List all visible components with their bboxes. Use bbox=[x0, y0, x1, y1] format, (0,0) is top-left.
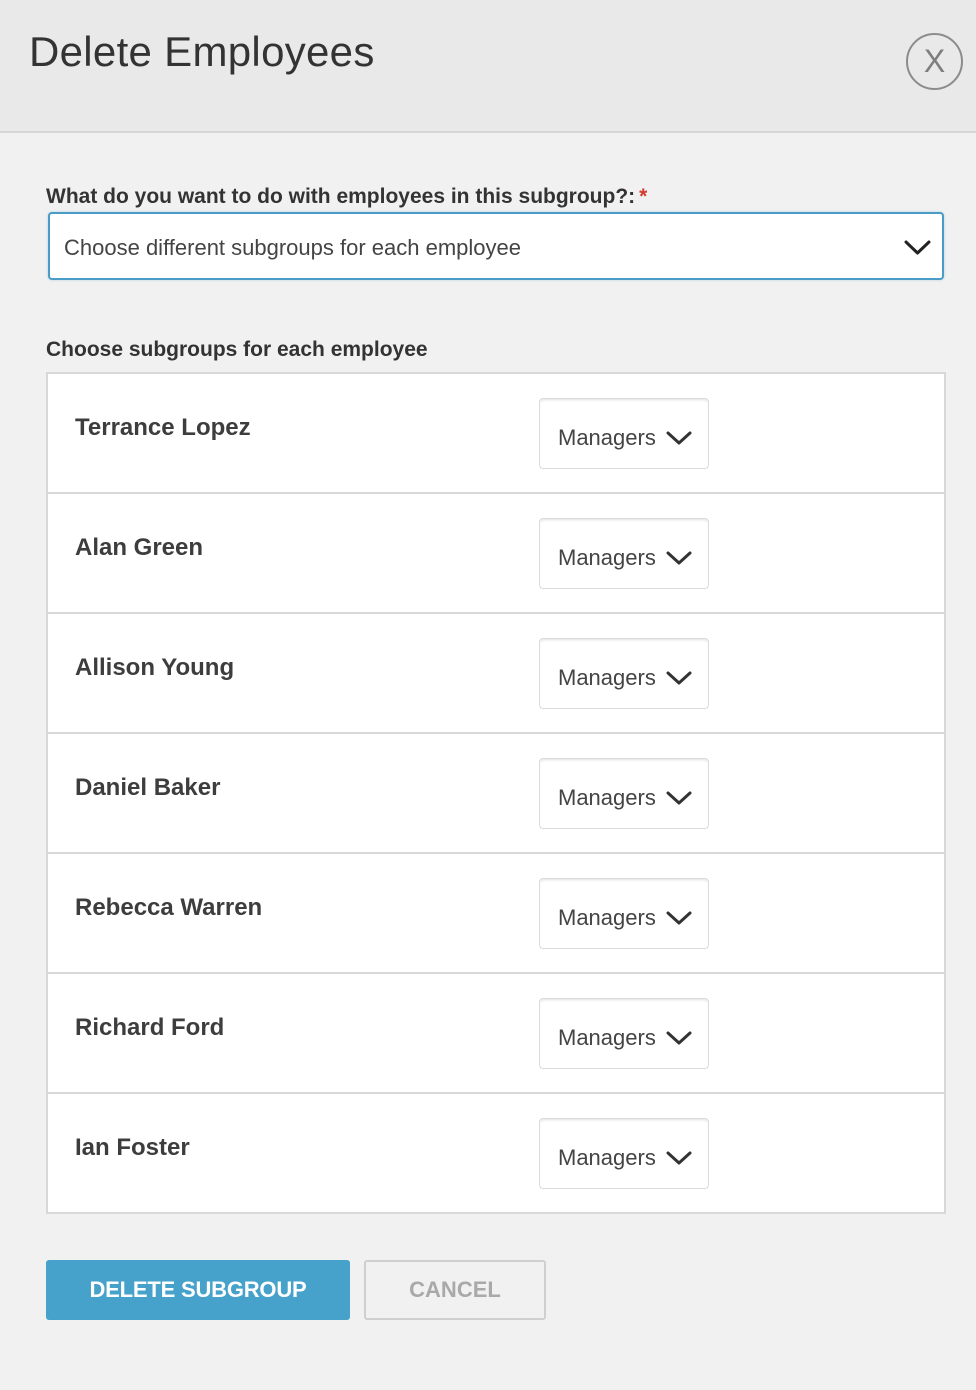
subgroup-select[interactable]: Managers bbox=[539, 758, 709, 829]
employee-row: Allison Young Managers bbox=[48, 614, 944, 734]
required-marker: * bbox=[639, 185, 648, 208]
subgroup-select[interactable]: Managers bbox=[539, 878, 709, 949]
action-select-value: Choose different subgroups for each empl… bbox=[64, 235, 521, 260]
chevron-down-icon bbox=[666, 551, 692, 571]
chevron-down-icon bbox=[666, 911, 692, 931]
action-select[interactable]: Choose different subgroups for each empl… bbox=[48, 212, 944, 280]
cancel-button[interactable]: CANCEL bbox=[364, 1260, 546, 1320]
employee-name: Rebecca Warren bbox=[75, 894, 263, 921]
dialog-title: Delete Employees bbox=[29, 28, 375, 75]
subgroup-select-value: Managers bbox=[558, 785, 656, 810]
action-field-label-text: What do you want to do with employees in… bbox=[46, 185, 636, 208]
chevron-down-icon bbox=[666, 791, 692, 811]
subgroup-select-value: Managers bbox=[558, 905, 656, 930]
chevron-down-icon bbox=[666, 671, 692, 691]
subgroup-select[interactable]: Managers bbox=[539, 1118, 709, 1189]
employee-name: Daniel Baker bbox=[75, 774, 221, 801]
employee-row: Daniel Baker Managers bbox=[48, 734, 944, 854]
subgroup-select-value: Managers bbox=[558, 425, 656, 450]
employee-name: Terrance Lopez bbox=[75, 414, 251, 441]
employees-section-label: Choose subgroups for each employee bbox=[46, 338, 428, 361]
employee-name: Alan Green bbox=[75, 534, 204, 561]
employee-row: Rebecca Warren Managers bbox=[48, 854, 944, 974]
delete-employees-dialog: Delete Employees X What do you want to d… bbox=[0, 0, 976, 1390]
subgroup-select[interactable]: Managers bbox=[539, 398, 709, 469]
subgroup-select-value: Managers bbox=[558, 1025, 656, 1050]
subgroup-select-value: Managers bbox=[558, 545, 656, 570]
subgroup-select[interactable]: Managers bbox=[539, 998, 709, 1069]
employee-name: Allison Young bbox=[75, 654, 235, 681]
subgroup-select[interactable]: Managers bbox=[539, 518, 709, 589]
employee-name: Ian Foster bbox=[75, 1134, 190, 1161]
action-field-label: What do you want to do with employees in… bbox=[46, 185, 647, 209]
delete-subgroup-button[interactable]: DELETE SUBGROUP bbox=[46, 1260, 350, 1320]
chevron-down-icon bbox=[666, 431, 692, 451]
employee-row: Richard Ford Managers bbox=[48, 974, 944, 1094]
chevron-down-icon bbox=[666, 1031, 692, 1051]
close-button[interactable]: X bbox=[906, 33, 963, 90]
employee-row: Alan Green Managers bbox=[48, 494, 944, 614]
employee-row: Terrance Lopez Managers bbox=[48, 374, 944, 494]
subgroup-select-value: Managers bbox=[558, 665, 656, 690]
employee-name: Richard Ford bbox=[75, 1014, 225, 1041]
employee-row: Ian Foster Managers bbox=[48, 1094, 944, 1214]
close-icon: X bbox=[923, 43, 946, 79]
subgroup-select-value: Managers bbox=[558, 1145, 656, 1170]
employee-subgroup-table: Terrance Lopez Managers Alan Green Manag… bbox=[46, 372, 946, 1214]
chevron-down-icon bbox=[904, 240, 931, 261]
dialog-header: Delete Employees X bbox=[0, 0, 976, 133]
chevron-down-icon bbox=[666, 1151, 692, 1171]
subgroup-select[interactable]: Managers bbox=[539, 638, 709, 709]
